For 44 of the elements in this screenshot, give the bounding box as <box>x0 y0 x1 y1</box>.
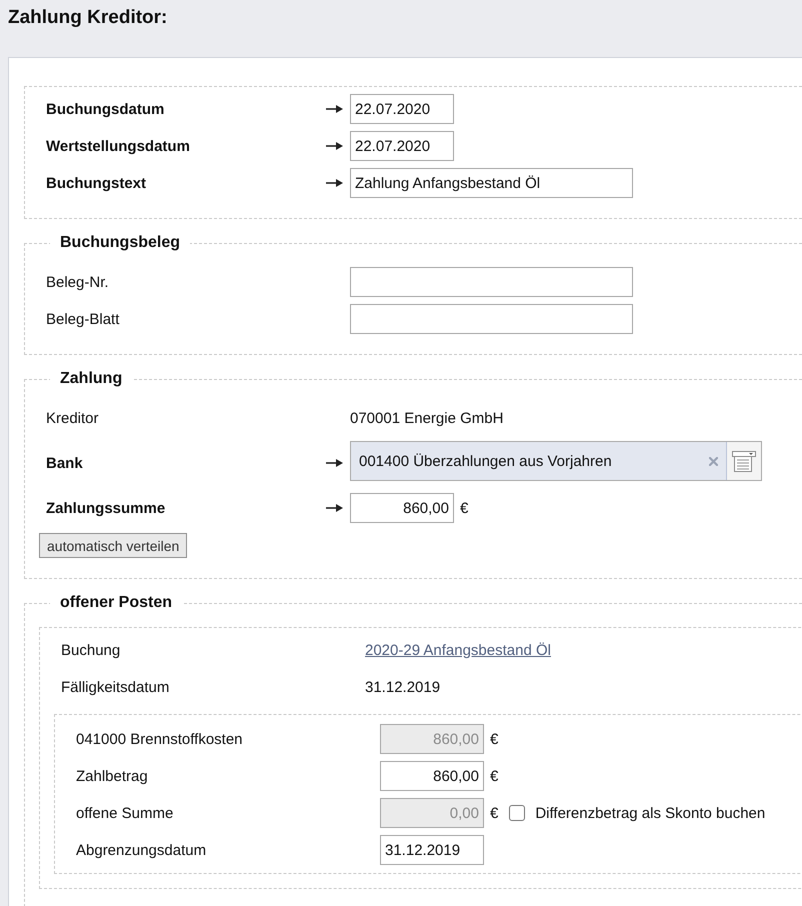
checkbox-label: Differenzbetrag als Skonto buchen <box>535 804 766 822</box>
amount-input[interactable]: 860,00 <box>350 493 454 523</box>
text-input[interactable]: Zahlung Anfangsbestand Öl <box>350 168 633 198</box>
page-title: Zahlung Kreditor: <box>8 6 168 30</box>
booking-link[interactable]: 2020-29 Anfangsbestand Öl <box>365 642 551 658</box>
field-label: offene Summe <box>76 804 174 822</box>
arrow-icon <box>326 458 343 468</box>
section-legend: Zahlung <box>50 367 132 391</box>
arrow-icon <box>326 503 343 513</box>
field-label: Abgrenzungsdatum <box>76 842 206 858</box>
field-label: Zahlungssumme <box>46 500 166 516</box>
currency-unit: € <box>490 804 498 822</box>
field-label: Beleg-Nr. <box>46 274 109 290</box>
field-label: Wertstellungsdatum <box>46 138 190 154</box>
field-label: Zahlbetrag <box>76 768 148 784</box>
field-label: Beleg-Blatt <box>46 310 120 328</box>
amount-input[interactable]: 860,00 <box>380 761 484 791</box>
section-legend: Buchungsbeleg <box>50 231 190 255</box>
field-label: Kreditor <box>46 410 99 426</box>
field-value: 070001 Energie GmbH <box>350 410 504 426</box>
list-icon <box>732 450 756 472</box>
clear-icon[interactable] <box>709 456 718 466</box>
currency-unit: € <box>490 730 498 748</box>
field-label: Bank <box>46 454 83 472</box>
bank-combobox[interactable]: 001400 Überzahlungen aus Vorjahren <box>350 441 762 481</box>
date-input[interactable]: 22.07.2020 <box>350 94 454 124</box>
field-value: 31.12.2019 <box>365 678 440 696</box>
field-label: Fälligkeitsdatum <box>61 678 170 696</box>
section-legend: offener Posten <box>50 591 182 615</box>
arrow-icon <box>326 178 343 188</box>
date-input[interactable]: 31.12.2019 <box>380 835 484 865</box>
arrow-icon <box>326 141 343 151</box>
date-input[interactable]: 22.07.2020 <box>350 131 454 161</box>
field-label: 041000 Brennstoffkosten <box>76 730 243 748</box>
distribute-button[interactable]: automatisch verteilen <box>39 533 188 558</box>
arrow-icon <box>326 104 343 114</box>
text-input[interactable] <box>350 304 633 334</box>
currency-unit: € <box>490 768 498 784</box>
field-label: Buchungstext <box>46 174 146 192</box>
field-label: Buchung <box>61 642 120 658</box>
list-button[interactable] <box>726 442 761 480</box>
currency-unit: € <box>460 500 468 516</box>
text-input[interactable] <box>350 267 633 297</box>
field-label: Buchungsdatum <box>46 100 164 118</box>
